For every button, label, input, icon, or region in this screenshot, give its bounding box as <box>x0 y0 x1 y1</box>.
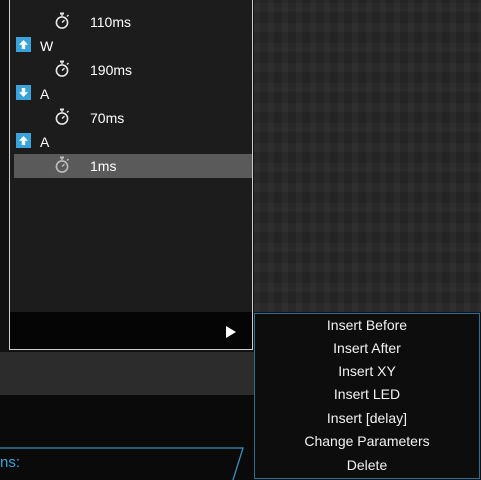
macro-list: 110ms W 190ms A 70ms A 1ms <box>10 0 252 312</box>
stopwatch-icon <box>55 60 69 77</box>
key-name: W <box>40 38 54 54</box>
macro-key-row[interactable]: A <box>10 82 252 106</box>
context-menu: Insert Before Insert After Insert XY Ins… <box>254 313 480 479</box>
stopwatch-icon <box>55 156 69 173</box>
menu-item-insert-delay[interactable]: Insert [delay] <box>255 408 479 428</box>
menu-item-insert-after[interactable]: Insert After <box>255 338 479 358</box>
macro-key-row[interactable]: W <box>10 34 252 58</box>
arrow-down-icon <box>16 85 31 100</box>
macro-delay-row[interactable]: 70ms <box>10 106 252 130</box>
section-frame <box>0 447 244 480</box>
menu-item-delete[interactable]: Delete <box>255 455 479 475</box>
menu-item-change-parameters[interactable]: Change Parameters <box>255 431 479 451</box>
macro-key-row[interactable]: A <box>10 130 252 154</box>
macro-panel: 110ms W 190ms A 70ms A 1ms <box>9 0 253 350</box>
key-name: A <box>40 86 50 102</box>
stopwatch-icon <box>55 108 69 125</box>
macro-delay-row-selected[interactable]: 1ms <box>14 154 252 178</box>
delay-value: 190ms <box>90 62 133 78</box>
playback-bar <box>10 312 252 349</box>
macro-delay-row[interactable]: 110ms <box>10 10 252 34</box>
play-icon[interactable] <box>226 326 236 338</box>
macro-delay-row[interactable]: 190ms <box>10 58 252 82</box>
separator-band <box>0 352 254 395</box>
menu-item-insert-before[interactable]: Insert Before <box>255 315 479 335</box>
delay-value: 70ms <box>90 110 125 126</box>
delay-value: 110ms <box>90 14 131 30</box>
menu-item-insert-xy[interactable]: Insert XY <box>255 361 479 381</box>
stopwatch-icon <box>55 12 69 29</box>
delay-value: 1ms <box>90 158 117 174</box>
preview-panel <box>254 0 481 312</box>
menu-item-insert-led[interactable]: Insert LED <box>255 384 479 404</box>
key-name: A <box>40 134 50 150</box>
arrow-up-icon <box>16 133 31 148</box>
arrow-up-icon <box>16 37 31 52</box>
